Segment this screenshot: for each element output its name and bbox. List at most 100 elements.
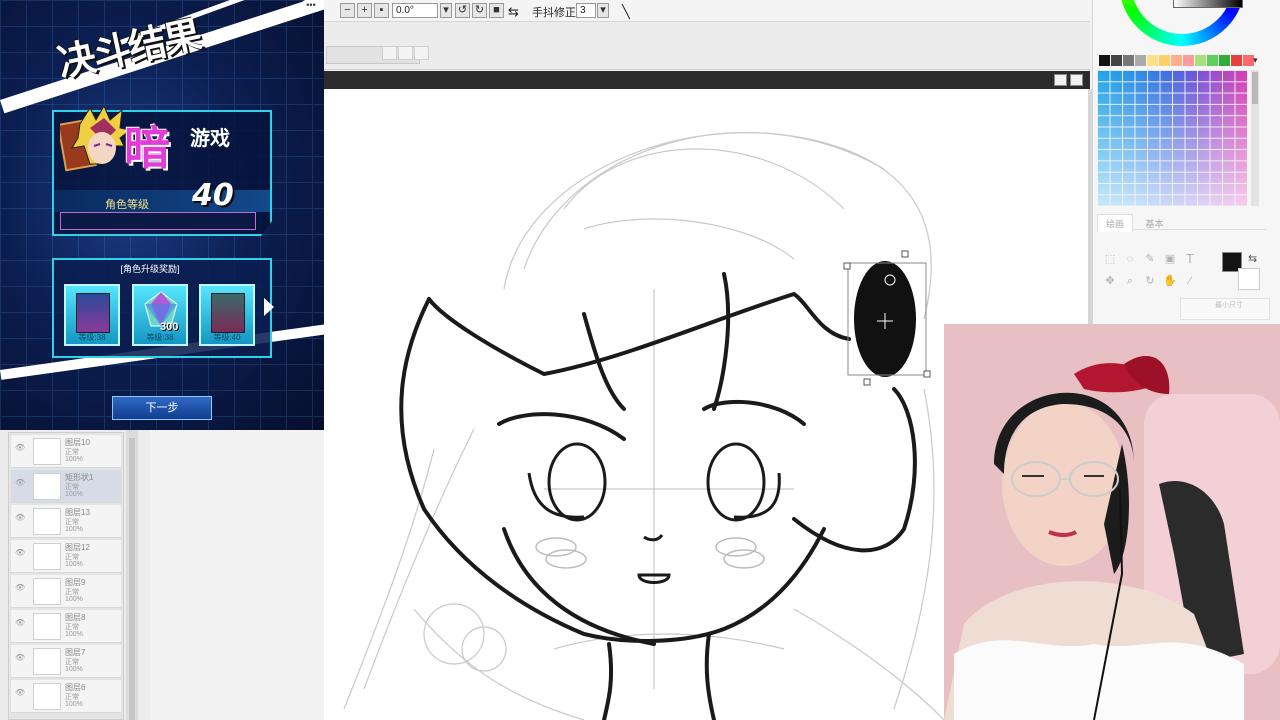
layer-list: 👁 图层10 正常 100% 👁 矩形状1 正常 100% 👁 图层13 正常 … [8,432,124,720]
visibility-eye-icon[interactable]: 👁 [15,653,25,662]
zoom-in-button[interactable]: + [357,3,372,18]
color-swatch[interactable] [1207,55,1218,66]
hand-icon[interactable]: ✋ [1163,274,1177,288]
close-icon[interactable] [414,46,429,60]
stabilizer-dropdown-icon[interactable]: ▾ [597,3,609,18]
flip-horizontal-icon[interactable]: ⇆ [508,4,519,20]
canvas-maximize-icon[interactable] [1070,74,1083,86]
layer-thumbnail [33,508,61,535]
color-swatch[interactable] [1219,55,1230,66]
swatch-row [1099,55,1255,66]
layer-thumbnail [33,438,61,465]
zoom-out-button[interactable]: − [340,3,355,18]
layer-opacity: 100% [65,666,83,673]
canvas-minimize-icon[interactable] [1054,74,1067,86]
saturation-value-square[interactable] [1173,0,1243,8]
visibility-eye-icon[interactable]: 👁 [15,688,25,697]
magic-wand-icon[interactable]: ✎ [1143,252,1157,266]
line-tool-icon[interactable]: ╲ [622,4,630,20]
reward-item-card[interactable]: 等级:38 [64,284,120,346]
swatch-menu-icon[interactable]: ▾ [1253,55,1258,66]
reward-level-label: 等级:40 [213,333,241,342]
color-swatch[interactable] [1123,55,1134,66]
visibility-eye-icon[interactable]: 👁 [15,443,25,452]
layer-opacity: 100% [65,456,83,463]
tool-options-bar: − + ▪ 0.0° ▾ ↺ ↻ ■ ⇆ 手抖修正 3 ▾ ╲ [324,0,1090,22]
palette-scrollbar-thumb[interactable] [1252,72,1258,104]
reward-level-label: 等级:38 [146,333,174,342]
layer-row[interactable]: 👁 图层10 正常 100% [11,435,121,468]
minimize-icon[interactable] [382,46,397,60]
visibility-eye-icon[interactable]: 👁 [15,618,25,627]
rewards-next-arrow-icon[interactable] [264,298,274,316]
secondary-color-swatch[interactable] [1238,268,1260,290]
color-swatch[interactable] [1159,55,1170,66]
tab-basic[interactable]: 基本 [1137,215,1171,232]
rotate-left-icon[interactable]: ↺ [455,3,470,18]
layer-opacity: 100% [65,491,83,498]
chat-bubble-icon[interactable]: ••• [302,0,320,12]
layer-opacity: 100% [65,631,83,638]
min-size-label: 最小尺寸 [1215,302,1243,309]
color-swatch[interactable] [1111,55,1122,66]
color-swatch[interactable] [1171,55,1182,66]
color-swatch[interactable] [1183,55,1194,66]
character-name-suffix: 游戏 [190,126,230,150]
gem-count: 300 [160,321,179,333]
move-icon[interactable]: ✥ [1103,274,1117,288]
next-step-button[interactable]: 下一步 [112,396,212,420]
layer-row[interactable]: 👁 图层13 正常 100% [11,505,121,538]
duel-result-overlay: 决斗结果 ••• 暗 游戏 角色等级 40 [角色升级奖励] 等级:38 等级:… [0,0,324,430]
tab-paint[interactable]: 绘画 [1097,214,1134,232]
color-swatch[interactable] [1099,55,1110,66]
min-size-slider[interactable]: 最小尺寸 [1180,298,1270,320]
swap-colors-icon[interactable]: ⇆ [1248,252,1257,265]
rotation-reset-button[interactable]: ■ [489,3,504,18]
layer-scrollbar-thumb[interactable] [129,438,135,720]
stamp-icon[interactable]: ▣ [1163,252,1177,266]
rotation-dropdown-icon[interactable]: ▾ [440,3,452,18]
maximize-icon[interactable] [398,46,413,60]
layer-row[interactable]: 👁 图层6 正常 100% [11,680,121,713]
lasso-icon[interactable]: ◌ [1123,252,1137,266]
tool-palette: ⬚ ◌ ✎ ▣ T ✥ ⌕ ↻ ✋ ⁄ [1099,250,1209,290]
layer-row[interactable]: 👁 图层8 正常 100% [11,610,121,643]
rotate-right-icon[interactable]: ↻ [472,3,487,18]
selected-ellipse-shape[interactable] [843,250,931,386]
eyedropper-icon[interactable]: ⁄ [1183,274,1197,288]
experience-bar [60,212,256,230]
layer-row-selected[interactable]: 👁 矩形状1 正常 100% [11,470,121,503]
color-swatch[interactable] [1135,55,1146,66]
paint-app-window: − + ▪ 0.0° ▾ ↺ ↻ ■ ⇆ 手抖修正 3 ▾ ╲ 👁 图层10 正… [0,0,1280,720]
zoom-reset-button[interactable]: ▪ [374,3,389,18]
visibility-eye-icon[interactable]: 👁 [15,513,25,522]
visibility-eye-icon[interactable]: 👁 [15,478,25,487]
layer-opacity: 100% [65,526,83,533]
layer-row[interactable]: 👁 图层9 正常 100% [11,575,121,608]
layer-thumbnail [33,613,61,640]
visibility-eye-icon[interactable]: 👁 [15,583,25,592]
visibility-eye-icon[interactable]: 👁 [15,548,25,557]
color-swatch[interactable] [1195,55,1206,66]
reward-item-card[interactable]: 等级:40 [199,284,255,346]
rotate-view-icon[interactable]: ↻ [1143,274,1157,288]
stabilizer-field[interactable]: 3 [576,3,596,18]
rotation-angle-field[interactable]: 0.0° [392,3,438,18]
layer-opacity: 100% [65,701,83,708]
color-swatch[interactable] [1147,55,1158,66]
document-tab-strip [324,22,1090,70]
layer-row[interactable]: 👁 图层7 正常 100% [11,645,121,678]
color-swatch[interactable] [1231,55,1242,66]
selection-rect-icon[interactable]: ⬚ [1103,252,1117,266]
character-name-prefix: 暗 [124,121,170,175]
level-number: 40 [192,178,234,213]
layer-thumbnail [33,543,61,570]
reward-level-label: 等级:38 [78,333,106,342]
layer-row[interactable]: 👁 图层12 正常 100% [11,540,121,573]
reward-item-gem[interactable]: 等级:38 [132,284,188,346]
text-tool-icon[interactable]: T [1183,252,1197,266]
palette-grid-overlay [1097,70,1247,206]
streamer-webcam-image [944,324,1280,720]
zoom-icon[interactable]: ⌕ [1123,274,1137,288]
color-wheel[interactable] [1119,0,1245,46]
